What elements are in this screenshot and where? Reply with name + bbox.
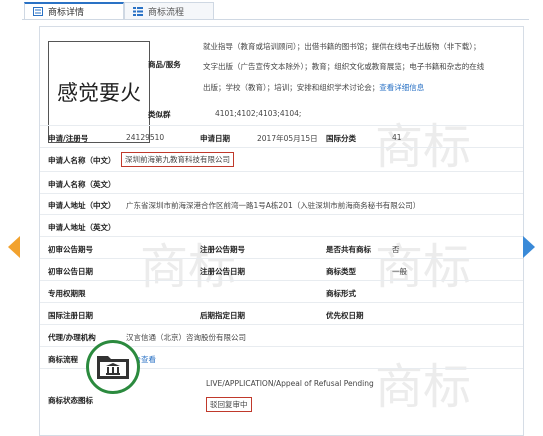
app-date-value: 2017年05月15日 [257,134,318,143]
prelim-no-label: 初审公告期号 [48,245,93,254]
divider [40,236,523,237]
process-label: 商标流程 [48,355,78,364]
agent-label: 代理/办理机构 [48,333,96,342]
list-icon [133,6,143,16]
exclusive-period-label: 专用权期限 [48,289,86,298]
type-value: 一般 [392,267,407,276]
divider [40,214,523,215]
app-date-label: 申请日期 [200,134,230,143]
divider [40,193,523,194]
form-label: 商标形式 [326,289,356,298]
similar-group-value: 4101;4102;4103;4104; [215,109,302,118]
status-icon-label: 商标状态图标 [48,396,93,405]
tab-divider [22,19,529,20]
divider [40,125,523,126]
address-en-label: 申请人地址（英文） [48,223,116,232]
applicant-en-label: 申请人名称（英文） [48,180,116,189]
divider [40,147,523,148]
reg-pub-no-label: 注册公告期号 [200,245,245,254]
view-details-link[interactable]: 查看详细信息 [379,83,424,92]
address-cn-label: 申请人地址（中文） [48,201,116,210]
divider [40,302,523,303]
details-icon [33,7,43,16]
address-cn-value: 广东省深圳市前海深港合作区前湾一路1号A栋201（入驻深圳市前海商务秘书有限公司… [126,201,421,210]
next-arrow-icon[interactable] [523,236,535,258]
watermark: 商标 [375,119,472,175]
tab-bar: 商标详情 商标流程 [22,0,522,20]
shared-value: 否 [392,245,400,254]
applicant-cn-label: 申请人名称（中文） [48,156,116,165]
class-label: 国际分类 [326,134,356,143]
previous-arrow-icon[interactable] [8,236,20,258]
tab-trademark-process[interactable]: 商标流程 [124,2,214,19]
similar-group-label: 类似群 [148,110,171,119]
watermark: 商标 [140,239,237,295]
goods-line: 文字出版（广告宣传文本除外）；教育；组织文化或教育展览；电子书籍和杂志的在线 [203,62,485,71]
class-value: 41 [392,133,402,142]
divider [40,324,523,325]
tab-label: 商标详情 [48,8,85,18]
watermark: 商标 [375,239,472,295]
trademark-image: 感觉要火 [48,41,150,143]
goods-line: 出版；学校（教育）；培训；安排和组织学术讨论会；查看详细信息 [203,83,425,92]
prelim-date-label: 初审公告日期 [48,267,93,276]
reg-pub-date-label: 注册公告日期 [200,267,245,276]
priority-date-label: 优先权日期 [326,311,364,320]
intl-date-label: 国际注册日期 [48,311,93,320]
reg-no-value: 24129510 [126,133,165,142]
type-label: 商标类型 [326,267,356,276]
watermark: 商标 [375,359,472,415]
applicant-cn-value: 深圳前海第九教育科技有限公司 [121,152,234,167]
shared-label: 是否共有商标 [326,245,371,254]
status-en: LIVE/APPLICATION/Appeal of Refusal Pendi… [206,379,374,388]
divider [40,171,523,172]
reg-no-label: 申请/注册号 [48,134,89,143]
later-date-label: 后期指定日期 [200,311,245,320]
tab-trademark-details[interactable]: 商标详情 [24,2,124,19]
divider [40,258,523,259]
goods-line: 就业指导（教育或培训顾问）；出借书籍的图书馆；提供在线电子出版物（非下载）； [203,42,481,51]
status-ring [86,340,140,394]
divider [40,280,523,281]
agent-value: 汉言信通（北京）咨询股份有限公司 [126,333,246,342]
status-cn: 驳回复审中 [206,397,252,412]
folder-court-icon [96,352,130,382]
tab-label: 商标流程 [148,7,185,18]
goods-label: 商品/服务 [148,60,181,69]
